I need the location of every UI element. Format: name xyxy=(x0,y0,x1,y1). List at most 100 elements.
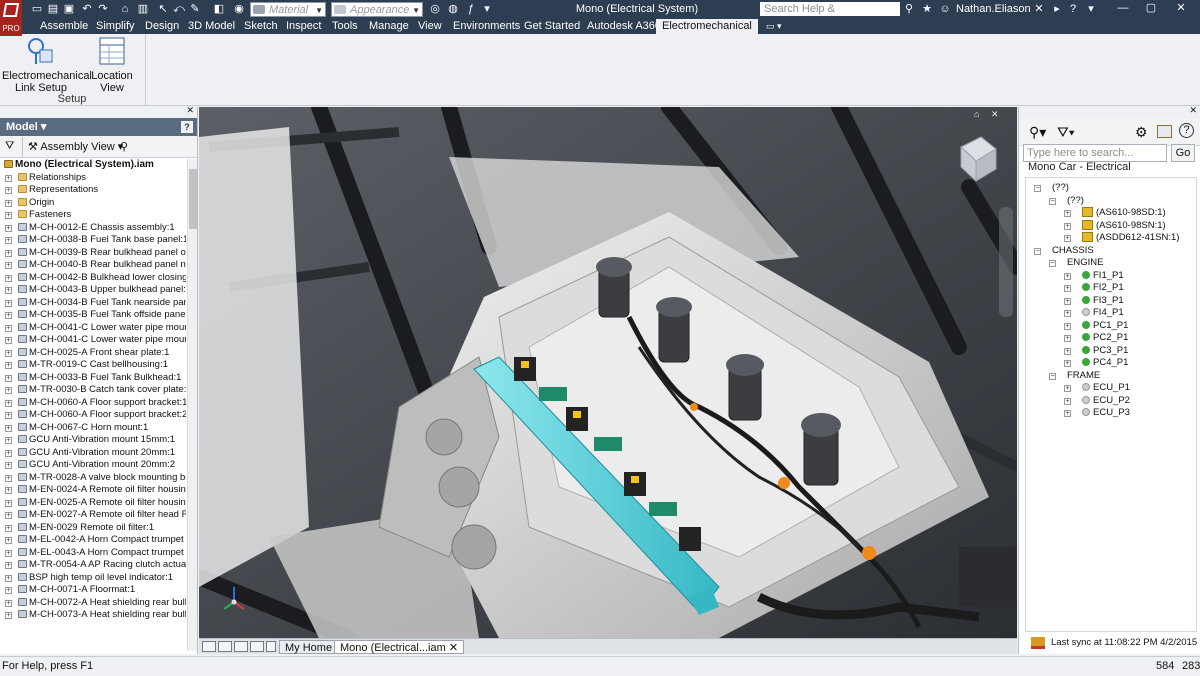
expand-icon[interactable]: + xyxy=(5,299,12,307)
expand-icon[interactable]: + xyxy=(5,312,12,319)
viewport-close-icon[interactable]: ✕ xyxy=(991,109,999,119)
tree-part[interactable]: +M-CH-0073-A Heat shielding rear bulkhea… xyxy=(0,609,186,622)
ribbon-display-icon[interactable]: ▭ ▾ xyxy=(760,19,788,34)
location-node[interactable]: + FI2_P1 xyxy=(1064,282,1124,295)
tab-my-home[interactable]: My Home xyxy=(279,640,339,654)
tab-view[interactable]: View xyxy=(412,19,448,34)
tree-part[interactable]: + M-CH-0067-C Horn mount:1 xyxy=(0,422,186,435)
expand-icon[interactable]: + xyxy=(5,524,12,532)
new-file-icon[interactable]: ▭ xyxy=(30,2,44,16)
favorites-icon[interactable]: ★ xyxy=(920,2,934,16)
expand-icon[interactable]: + xyxy=(5,199,12,207)
graphics-viewport[interactable]: ✕ ⌂ xyxy=(199,107,1017,638)
expand-icon[interactable]: + xyxy=(5,287,12,294)
tab-get-started[interactable]: Get Started xyxy=(518,19,586,34)
tab-tools[interactable]: Tools xyxy=(326,19,364,34)
location-node[interactable]: + ECU_P3 xyxy=(1064,407,1130,420)
expand-icon[interactable]: + xyxy=(5,587,12,594)
material-combo[interactable]: Material ▼ xyxy=(250,2,326,17)
filter-icon[interactable]: ⛛ xyxy=(5,140,14,153)
tab-autodesk-a360[interactable]: Autodesk A360 xyxy=(581,19,667,34)
tree-part[interactable]: + M-CH-0060-A Floor support bracket:1 xyxy=(0,397,186,410)
tree-part[interactable]: +M-EL-0043-A Horn Compact trumpet low to xyxy=(0,547,186,560)
help-search-input[interactable]: Search Help & Commands... xyxy=(760,2,900,29)
tree-part[interactable]: + GCU Anti-Vibration mount 15mm:1 xyxy=(0,434,186,447)
browser-help-icon[interactable]: ? xyxy=(181,121,193,133)
location-node[interactable]: + FI1_P1 xyxy=(1064,270,1124,283)
panel-search-input[interactable]: Type here to search... xyxy=(1023,144,1167,162)
expand-icon[interactable]: + xyxy=(5,512,12,519)
tree-part[interactable]: + M-CH-0038-B Fuel Tank base panel:1 xyxy=(0,234,186,247)
expand-icon[interactable]: + xyxy=(5,274,12,282)
expand-icon[interactable]: + xyxy=(5,499,12,507)
tab-sketch[interactable]: Sketch xyxy=(238,19,284,34)
adjust-appearance-icon[interactable]: ◍ xyxy=(446,2,460,16)
sync-icon[interactable] xyxy=(1031,637,1045,649)
location-node[interactable]: − ENGINE xyxy=(1049,257,1103,270)
location-view-button[interactable]: Location View xyxy=(80,36,144,94)
expand-icon[interactable]: + xyxy=(1064,360,1071,367)
expand-icon[interactable]: + xyxy=(1064,222,1071,230)
project-icon[interactable]: ◧ xyxy=(212,2,226,16)
panel-close-icon[interactable]: ✕ xyxy=(1189,105,1197,116)
expand-icon[interactable]: + xyxy=(5,212,12,219)
expand-icon[interactable]: + xyxy=(5,599,12,607)
tree-part[interactable]: +M-CH-0034-B Fuel Tank nearside panel:1 xyxy=(0,297,186,310)
maximize-icon[interactable]: ▢ xyxy=(1140,0,1162,16)
expand-icon[interactable]: + xyxy=(1064,285,1071,292)
tree-part[interactable]: + M-EN-0029 Remote oil filter:1 xyxy=(0,522,186,535)
tree-folder[interactable]: + Relationships xyxy=(0,172,186,185)
engine-model-render[interactable]: ✕ ⌂ xyxy=(199,107,1017,638)
expand-icon[interactable]: + xyxy=(1064,210,1071,217)
tree-part[interactable]: + M-TR-0030-B Catch tank cover plate:1 xyxy=(0,384,186,397)
collapse-icon[interactable]: − xyxy=(1049,260,1056,267)
tree-part[interactable]: + M-CH-0041-C Lower water pipe mount:1 xyxy=(0,322,186,335)
expand-icon[interactable]: + xyxy=(5,474,12,482)
expand-icon[interactable]: + xyxy=(5,249,12,257)
tree-part[interactable]: +M-CH-0039-B Rear bulkhead panel offside… xyxy=(0,247,186,260)
tab-environments[interactable]: Environments xyxy=(447,19,526,34)
panel-help-icon[interactable]: ? xyxy=(1179,123,1194,138)
assembly-view-dropdown[interactable]: ⚒ Assembly View ▾ xyxy=(28,140,123,153)
tree-part[interactable]: +M-EN-0024-A Remote oil filter housing t… xyxy=(0,484,186,497)
tree-part[interactable]: + M-CH-0071-A Floormat:1 xyxy=(0,584,186,597)
location-node[interactable]: + (AS610-98SD:1) xyxy=(1064,207,1166,220)
location-node[interactable]: + ECU_P1 xyxy=(1064,382,1130,395)
tab-manage[interactable]: Manage xyxy=(363,19,415,34)
tree-part[interactable]: +M-CH-0042-B Bulkhead lower closing tab:… xyxy=(0,272,186,285)
tree-part[interactable]: + M-CH-0041-C Lower water pipe mount:2 xyxy=(0,334,186,347)
tab-3d-model[interactable]: 3D Model xyxy=(182,19,241,34)
expand-icon[interactable]: + xyxy=(5,612,12,619)
expand-icon[interactable]: + xyxy=(1064,410,1071,417)
open-folder-icon[interactable]: ▤ xyxy=(46,2,60,16)
color-icon[interactable]: ◉ xyxy=(232,2,246,16)
collapse-icon[interactable]: − xyxy=(1034,247,1041,255)
user-icon[interactable]: ☺ xyxy=(938,2,952,16)
app-logo[interactable]: PRO xyxy=(0,0,22,36)
find-icon[interactable]: ⚲ xyxy=(120,140,128,153)
expand-icon[interactable]: + xyxy=(5,437,12,444)
tree-part[interactable]: +M-TR-0028-A valve block mounting bracke… xyxy=(0,472,186,485)
expand-icon[interactable]: + xyxy=(1064,385,1071,392)
location-node[interactable]: + (AS610-98SN:1) xyxy=(1064,219,1166,233)
expand-icon[interactable]: + xyxy=(1064,235,1071,242)
home-icon[interactable]: ⌂ xyxy=(118,2,132,16)
tree-part[interactable]: +M-CH-0040-B Rear bulkhead panel nearsid… xyxy=(0,259,186,272)
expand-icon[interactable]: + xyxy=(5,562,12,569)
tree-part[interactable]: + M-CH-0060-A Floor support bracket:2 xyxy=(0,409,186,422)
split-icon[interactable] xyxy=(250,641,264,652)
minimize-icon[interactable]: — xyxy=(1112,0,1134,16)
location-node[interactable]: + FI3_P1 xyxy=(1064,295,1124,308)
expand-icon[interactable]: + xyxy=(1064,322,1071,330)
location-node[interactable]: − (??) xyxy=(1034,182,1069,195)
link-setup-button[interactable]: Electromechanical Link Setup xyxy=(2,36,92,94)
help-icon[interactable]: ? xyxy=(1066,2,1080,16)
tab-close-icon[interactable]: ✕ xyxy=(449,642,458,654)
user-name[interactable]: Nathan.Eliason xyxy=(956,3,1031,15)
settings-gear-icon[interactable]: ⚙ xyxy=(1135,124,1148,141)
location-node[interactable]: + PC4_P1 xyxy=(1064,357,1128,370)
go-button[interactable]: Go xyxy=(1171,144,1195,162)
appearance-combo[interactable]: Appearance ▼ xyxy=(331,2,423,17)
location-node[interactable]: − CHASSIS xyxy=(1034,245,1094,258)
expand-icon[interactable]: + xyxy=(5,462,12,469)
